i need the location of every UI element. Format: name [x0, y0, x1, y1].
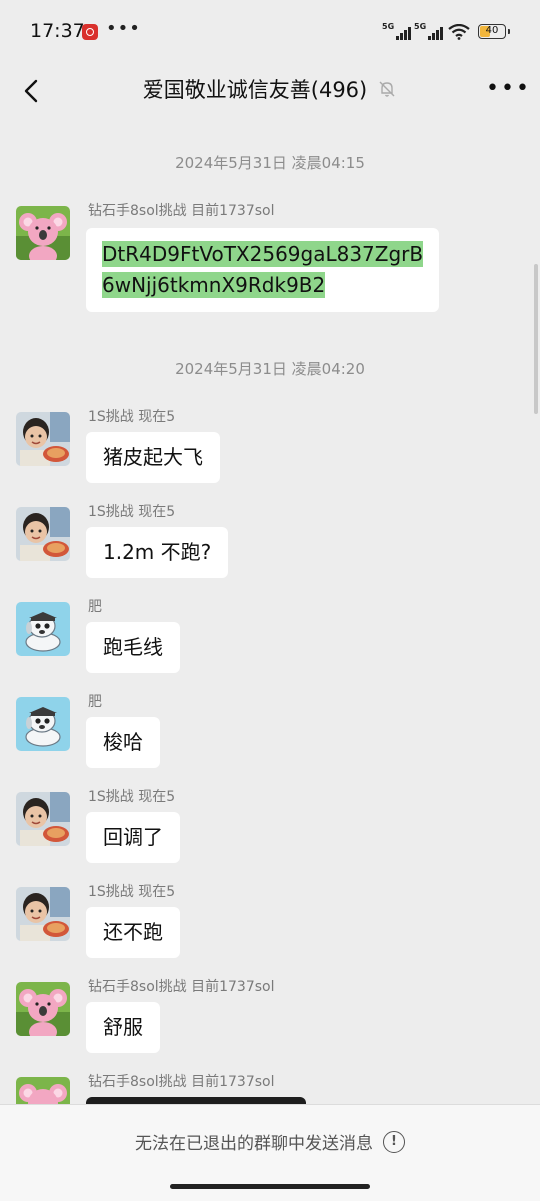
message-bubble[interactable] [86, 1097, 306, 1104]
koala-avatar[interactable] [16, 982, 70, 1036]
sim1-label: 5G [382, 22, 395, 31]
message-bubble[interactable]: 舒服 [86, 1002, 160, 1053]
sender-name: 钻石手8sol挑战 目前1737sol [88, 203, 275, 219]
battery-level: 40 [485, 25, 499, 36]
message-bubble[interactable]: 1.2m 不跑? [86, 527, 229, 578]
bank-app-icon [82, 24, 98, 40]
chat-list[interactable]: 2024年5月31日 凌晨04:15 钻石手8sol挑战 目前1737sol D… [0, 124, 540, 1104]
home-indicator[interactable] [170, 1184, 370, 1189]
sender-name: 肥 [88, 694, 102, 710]
boy-avatar[interactable] [16, 887, 70, 941]
boy-avatar[interactable] [16, 412, 70, 466]
dog-avatar[interactable] [16, 697, 70, 751]
timestamp: 2024年5月31日 凌晨04:20 [175, 360, 365, 378]
koala-avatar[interactable] [16, 206, 70, 260]
message-bubble[interactable]: 猪皮起大飞 [86, 432, 220, 483]
sender-name: 肥 [88, 599, 102, 615]
more-notifications-icon: ••• [106, 18, 141, 39]
sender-name: 1S挑战 现在5 [88, 504, 176, 520]
message-bubble[interactable]: 梭哈 [86, 717, 160, 768]
battery-icon: 40 [478, 24, 506, 39]
sender-name: 1S挑战 现在5 [88, 789, 176, 805]
scrollbar[interactable] [534, 264, 538, 414]
wifi-icon [448, 24, 470, 40]
status-time: 17:37 [30, 20, 85, 42]
koala-avatar[interactable] [16, 1077, 70, 1104]
info-icon[interactable] [383, 1130, 405, 1153]
sender-name: 1S挑战 现在5 [88, 884, 176, 900]
boy-avatar[interactable] [16, 792, 70, 846]
exited-group-notice: 无法在已退出的群聊中发送消息 [135, 1134, 373, 1154]
more-options-icon[interactable]: ••• [486, 76, 531, 101]
boy-avatar[interactable] [16, 507, 70, 561]
sender-name: 钻石手8sol挑战 目前1737sol [88, 1074, 275, 1090]
sim2-label: 5G [414, 22, 427, 31]
group-title: 爱国敬业诚信友善(496) [142, 78, 368, 102]
message-text: 6wNjj6tkmnX9Rdk9B2 [102, 272, 326, 298]
status-bar: 17:37 ••• 5G 5G 40 [0, 0, 540, 64]
dog-avatar[interactable] [16, 602, 70, 656]
sender-name: 1S挑战 现在5 [88, 409, 176, 425]
bell-off-icon [379, 81, 395, 97]
message-text: DtR4D9FtVoTX2569gaL837ZgrB [102, 241, 424, 267]
message-bubble[interactable]: 回调了 [86, 812, 180, 863]
message-bubble[interactable]: 还不跑 [86, 907, 180, 958]
signal-sim1-icon: 5G [382, 22, 412, 40]
sender-name: 钻石手8sol挑战 目前1737sol [88, 979, 275, 995]
message-bubble[interactable]: DtR4D9FtVoTX2569gaL837ZgrB 6wNjj6tkmnX9R… [86, 228, 440, 312]
message-bubble[interactable]: 跑毛线 [86, 622, 180, 673]
timestamp: 2024年5月31日 凌晨04:15 [175, 154, 365, 172]
chat-header: 爱国敬业诚信友善(496) ••• [0, 64, 540, 120]
signal-sim2-icon: 5G [414, 22, 444, 40]
